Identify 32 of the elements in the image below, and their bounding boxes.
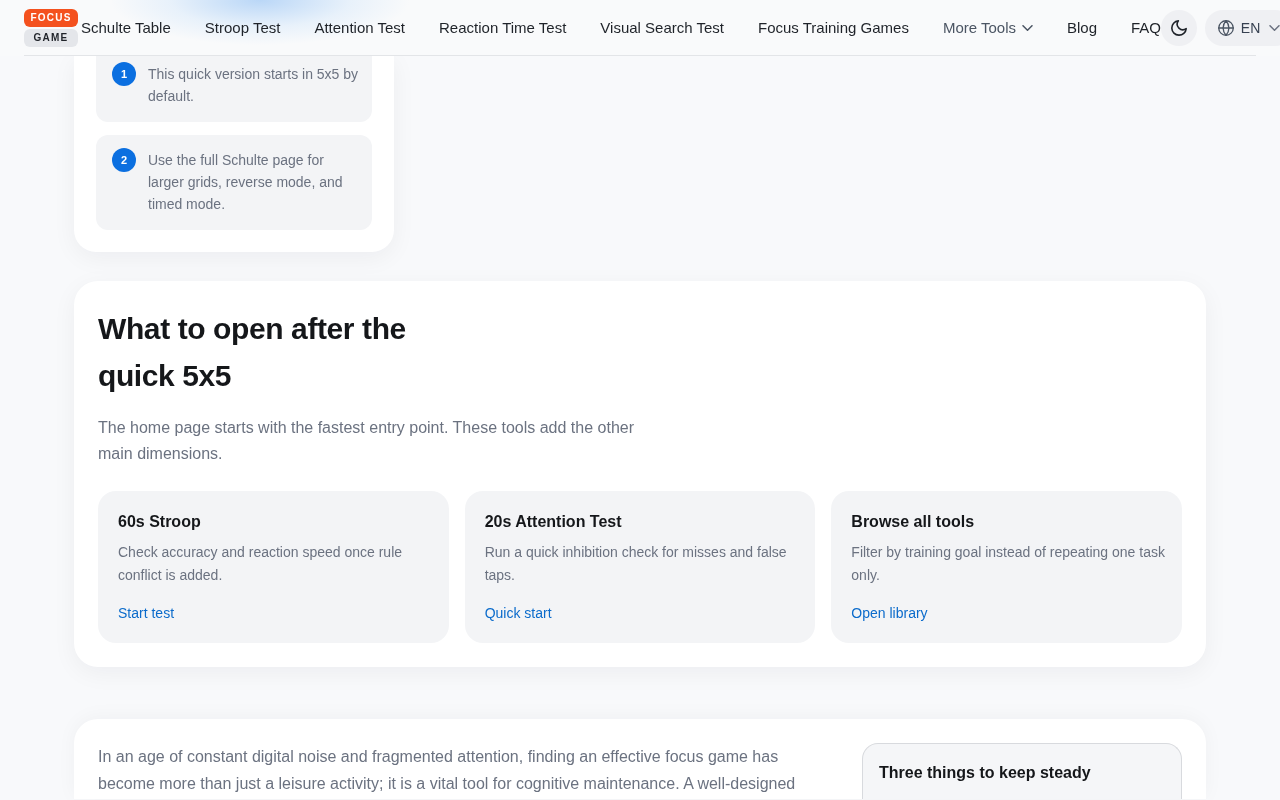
step-text: Use the full Schulte page for larger grids, reverse mode, and timed mode.: [148, 151, 344, 214]
article-paragraph: In an age of constant digital noise and fragmented attention, finding an effective focus game has become more than just a leisure activity; it is a vital tool for cognitive maintenance. A well-designed: [98, 747, 797, 794]
nav-dropdown[interactable]: More Tools: [942, 19, 1033, 36]
chevron-down-icon: [1022, 24, 1033, 31]
nav-link[interactable]: Reaction Time Test: [439, 19, 567, 36]
tool-card-description: Check accuracy and reaction speed once rule conflict is added.: [118, 543, 404, 585]
step-number: 1: [112, 62, 136, 86]
tool-card-description: Run a quick inhibition check for misses and false taps.: [484, 543, 788, 585]
tool-card-link[interactable]: Quick start: [484, 602, 552, 624]
tool-card-title: 60s Stroop: [118, 512, 201, 532]
language-button[interactable]: EN: [1205, 9, 1280, 46]
step-text: This quick version starts in 5x5 by default.: [148, 65, 360, 106]
tool-card-link[interactable]: Open library: [851, 602, 928, 624]
nav-link[interactable]: Stroop Test: [204, 19, 281, 36]
section-heading: What to open after the quick 5x5: [98, 311, 407, 394]
step-number: 2: [112, 148, 136, 172]
nav-link[interactable]: FAQ: [1131, 19, 1162, 36]
nav-link[interactable]: Attention Test: [314, 19, 406, 36]
aside-title: Three things to keep steady: [879, 763, 1092, 783]
globe-icon: [1217, 19, 1234, 36]
tool-card-title: 20s Attention Test: [484, 512, 622, 532]
tool-card-description: Filter by training goal instead of repeating one task only.: [851, 543, 1166, 585]
chevron-down-icon: [1269, 24, 1280, 31]
nav-link[interactable]: Focus Training Games: [758, 19, 909, 36]
nav-link[interactable]: Visual Search Test: [600, 19, 724, 36]
section-intro: The home page starts with the fastest entry point. These tools add the other main dimensions.: [98, 418, 635, 464]
logo-tag[interactable]: GAME: [24, 28, 78, 47]
tool-card-link[interactable]: Start test: [118, 602, 175, 624]
tool-card-title: Browse all tools: [851, 512, 975, 532]
nav-link[interactable]: Schulte Table: [81, 19, 171, 36]
nav-link[interactable]: Blog: [1067, 19, 1098, 36]
moon-icon: [1171, 19, 1188, 36]
